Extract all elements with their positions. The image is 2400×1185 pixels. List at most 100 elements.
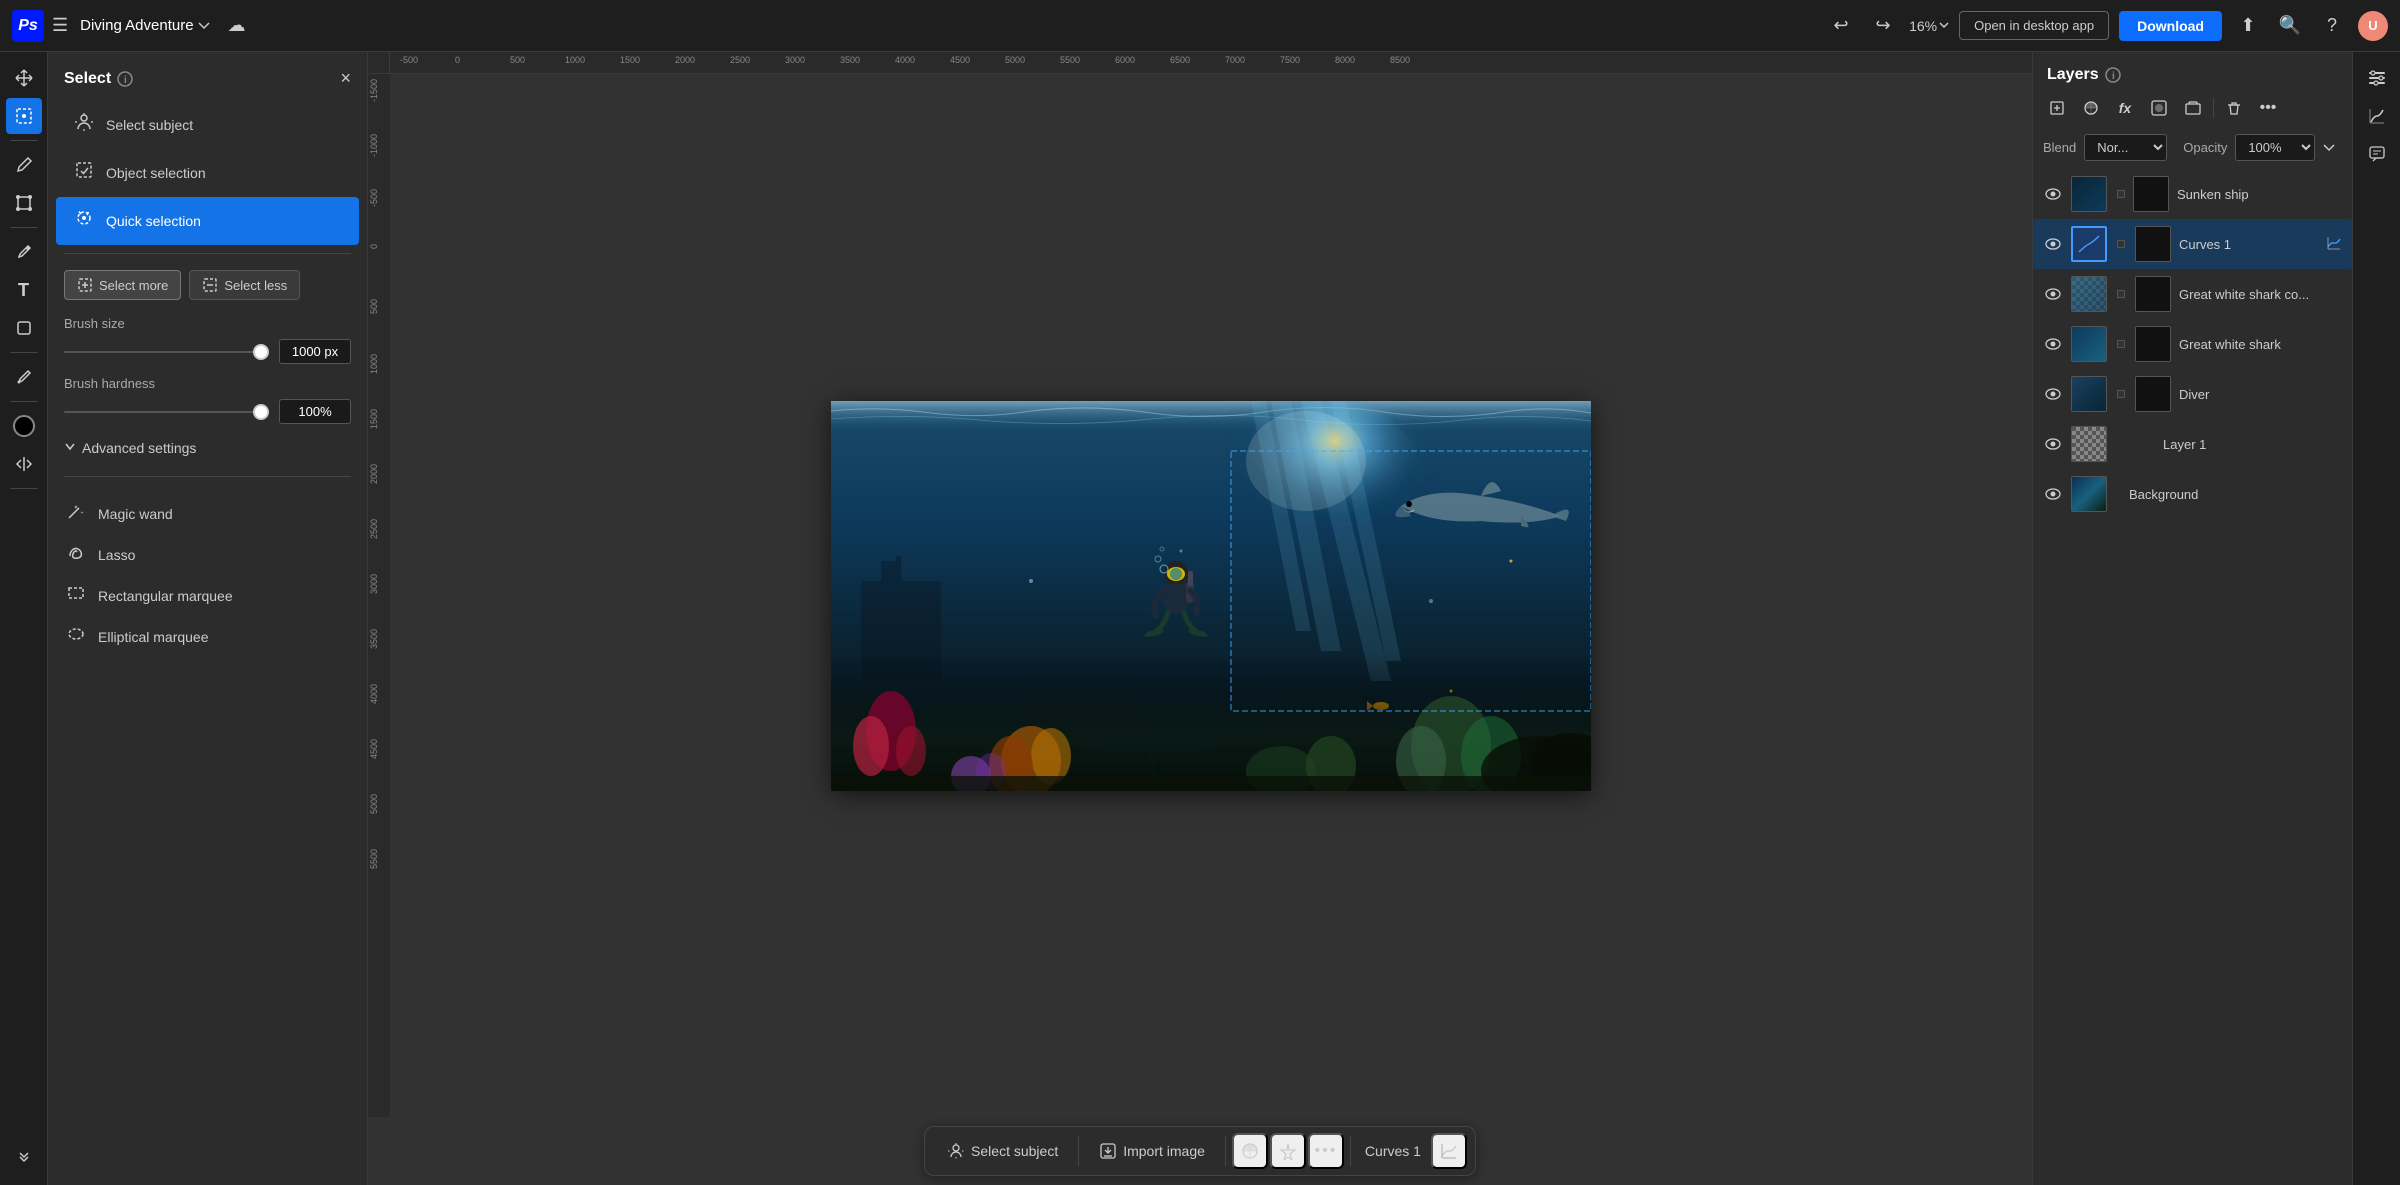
tool-select[interactable]: [6, 98, 42, 134]
panel-item-select-subject[interactable]: Select subject: [56, 101, 359, 149]
brush-size-input[interactable]: [279, 339, 351, 364]
layer-visibility-sunken-ship[interactable]: [2043, 188, 2063, 200]
select-less-button[interactable]: Select less: [189, 270, 300, 300]
layer-name-great-white-co: Great white shark co...: [2179, 287, 2342, 302]
opacity-label: Opacity: [2183, 140, 2227, 155]
layer-name-layer-1: Layer 1: [2163, 437, 2342, 452]
mask-button[interactable]: [2143, 94, 2175, 122]
layer-name-great-white: Great white shark: [2179, 337, 2342, 352]
share-icon[interactable]: ⬆: [2232, 10, 2264, 42]
layer-visibility-layer-1[interactable]: [2043, 438, 2063, 450]
tool-type[interactable]: T: [6, 272, 42, 308]
more-layers-button[interactable]: •••: [2252, 94, 2284, 122]
search-icon[interactable]: 🔍: [2274, 10, 2306, 42]
layer-thumb-great-white-co: [2071, 276, 2107, 312]
other-tools-section: Magic wand Lasso Rectangular marquee: [48, 485, 367, 665]
document-title[interactable]: Diving Adventure: [80, 17, 209, 34]
avatar[interactable]: U: [2358, 11, 2388, 41]
layer-item-sunken-ship[interactable]: Sunken ship: [2033, 169, 2352, 219]
fx-button[interactable]: fx: [2109, 94, 2141, 122]
layer-visibility-great-white-co[interactable]: [2043, 288, 2063, 300]
help-icon[interactable]: ?: [2316, 10, 2348, 42]
advanced-settings-toggle[interactable]: Advanced settings: [48, 428, 367, 468]
delete-layer-button[interactable]: [2218, 94, 2250, 122]
cloud-icon[interactable]: ☁: [228, 15, 246, 36]
tool-elliptical-marquee[interactable]: Elliptical marquee: [48, 616, 367, 657]
comments-panel-icon[interactable]: [2359, 136, 2395, 172]
redo-icon[interactable]: ↪: [1867, 10, 1899, 42]
layer-item-layer-1[interactable]: Layer 1: [2033, 419, 2352, 469]
opacity-select[interactable]: 100% 75% 50%: [2235, 134, 2315, 161]
tool-fill[interactable]: [6, 408, 42, 444]
tool-transform[interactable]: [6, 185, 42, 221]
bottom-blend-icon[interactable]: [1232, 1133, 1268, 1169]
layer-item-diver[interactable]: Diver: [2033, 369, 2352, 419]
tool-rectangular-marquee[interactable]: Rectangular marquee: [48, 575, 367, 616]
brush-size-slider[interactable]: [64, 351, 269, 353]
ruler-tick-4000: 4000: [895, 55, 915, 65]
select-panel-header: Select i ×: [48, 52, 367, 101]
layer-visibility-background[interactable]: [2043, 488, 2063, 500]
bottom-more-button[interactable]: •••: [1308, 1133, 1344, 1169]
layer-visibility-curves-1[interactable]: [2043, 238, 2063, 250]
tool-eyedropper[interactable]: [6, 359, 42, 395]
tool-move[interactable]: [6, 60, 42, 96]
tool-pen[interactable]: [6, 234, 42, 270]
curves-layer-settings-icon[interactable]: [2326, 235, 2342, 254]
layers-panel: Layers i fx: [2033, 52, 2352, 1185]
blend-select[interactable]: Nor... Multiply Screen Overlay: [2084, 134, 2167, 161]
panel-item-object-selection[interactable]: Object selection: [56, 149, 359, 197]
main-area: T: [0, 52, 2400, 1185]
layer-name-diver: Diver: [2179, 387, 2342, 402]
layer-visibility-great-white[interactable]: [2043, 338, 2063, 350]
ruler-tick-8000: 8000: [1335, 55, 1355, 65]
properties-panel-icon[interactable]: [2359, 60, 2395, 96]
adjustments-panel-icon[interactable]: [2359, 98, 2395, 134]
layer-item-curves-1[interactable]: Curves 1: [2033, 219, 2352, 269]
vertical-ruler: -1500-1000-50005001000150020002500300035…: [368, 74, 390, 1117]
layer-item-great-white[interactable]: Great white shark: [2033, 319, 2352, 369]
ruler-tick-7500: 7500: [1280, 55, 1300, 65]
v-ruler-tick-500: 500: [369, 299, 379, 314]
select-panel-title: Select i: [64, 70, 133, 88]
tool-shape[interactable]: [6, 310, 42, 346]
layer-thumb-great-white: [2071, 326, 2107, 362]
layer-visibility-diver[interactable]: [2043, 388, 2063, 400]
zoom-control[interactable]: 16%: [1909, 18, 1949, 34]
select-panel-close[interactable]: ×: [340, 68, 351, 89]
canvas-scroll[interactable]: [390, 74, 2032, 1117]
v-ruler-tick-4000: 4000: [369, 684, 379, 704]
tool-gradient[interactable]: [6, 446, 42, 482]
select-more-button[interactable]: Select more: [64, 270, 181, 300]
undo-icon[interactable]: ↩: [1825, 10, 1857, 42]
collapse-toolbar[interactable]: [6, 1141, 42, 1177]
open-desktop-button[interactable]: Open in desktop app: [1959, 11, 2109, 40]
layer-thumb-background: [2071, 476, 2107, 512]
brush-hardness-input[interactable]: [279, 399, 351, 424]
bottom-sparkle-icon[interactable]: [1270, 1133, 1306, 1169]
ruler-tick-5000: 5000: [1005, 55, 1025, 65]
adjust-layer-button[interactable]: [2075, 94, 2107, 122]
canvas-area: -500050010001500200025003000350040004500…: [368, 52, 2032, 1185]
layer-item-background[interactable]: Background: [2033, 469, 2352, 519]
hamburger-menu[interactable]: ☰: [52, 15, 68, 36]
ruler-tick--500: -500: [400, 55, 418, 65]
canvas-image[interactable]: [831, 401, 1591, 791]
v-ruler-tick-4500: 4500: [369, 739, 379, 759]
layer-name-curves-1: Curves 1: [2179, 237, 2318, 252]
tool-lasso[interactable]: Lasso: [48, 534, 367, 575]
add-layer-button[interactable]: [2041, 94, 2073, 122]
bottom-import-image-button[interactable]: Import image: [1085, 1134, 1219, 1168]
bottom-select-subject-button[interactable]: Select subject: [933, 1134, 1072, 1168]
bottom-curves-settings-icon[interactable]: [1431, 1133, 1467, 1169]
layer-mask-dot-curves: [2117, 240, 2125, 248]
tool-brush[interactable]: [6, 147, 42, 183]
layer-thumb-sunken-ship: [2071, 176, 2107, 212]
group-button[interactable]: [2177, 94, 2209, 122]
brush-hardness-slider[interactable]: [64, 411, 269, 413]
download-button[interactable]: Download: [2119, 11, 2222, 41]
layers-toolbar: fx •••: [2033, 94, 2352, 130]
tool-magic-wand[interactable]: Magic wand: [48, 493, 367, 534]
panel-item-quick-selection[interactable]: Quick selection: [56, 197, 359, 245]
layer-item-great-white-co[interactable]: Great white shark co...: [2033, 269, 2352, 319]
